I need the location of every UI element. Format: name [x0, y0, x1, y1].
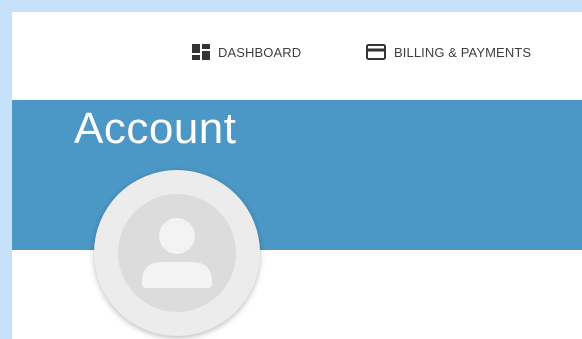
- nav-item-dashboard[interactable]: DASHBOARD: [192, 40, 301, 64]
- app-frame: DASHBOARD BILLING & PAYMENTS Account: [12, 12, 582, 339]
- nav-item-label: BILLING & PAYMENTS: [394, 44, 532, 60]
- user-placeholder-icon: [118, 194, 236, 312]
- top-nav: DASHBOARD BILLING & PAYMENTS: [12, 12, 582, 100]
- nav-item-billing-payments[interactable]: BILLING & PAYMENTS: [366, 40, 531, 64]
- credit-card-icon: [366, 44, 386, 60]
- page-title: Account: [74, 104, 237, 153]
- avatar[interactable]: [94, 170, 260, 336]
- nav-item-label: DASHBOARD: [218, 44, 302, 60]
- dashboard-icon: [192, 44, 210, 60]
